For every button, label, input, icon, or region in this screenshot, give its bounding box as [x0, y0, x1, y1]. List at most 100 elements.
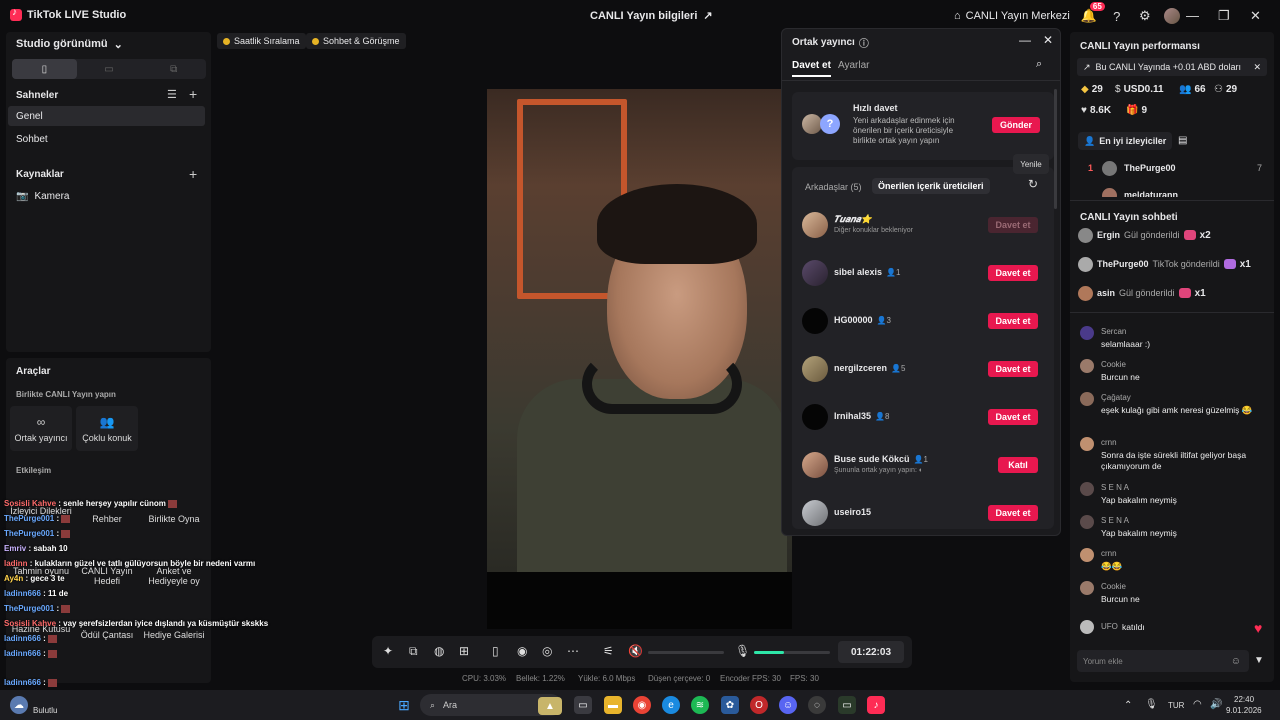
play-together-tool[interactable]: Birlikte Oyna — [139, 514, 209, 524]
settings-gear-icon[interactable]: ⚙ — [1136, 7, 1154, 25]
invite-button[interactable]: Davet et — [988, 313, 1038, 329]
add-source-icon[interactable]: + — [189, 166, 197, 182]
tray-chevron-icon[interactable]: ⌃ — [1124, 700, 1132, 711]
opera-icon[interactable]: O — [750, 696, 768, 714]
filter-icon[interactable]: ▼ — [1254, 655, 1264, 666]
edge-icon[interactable]: e — [662, 696, 680, 714]
scene-item-sohbet[interactable]: Sohbet — [8, 129, 205, 149]
studio-view-dropdown[interactable]: Studio görünümü ⌄ — [16, 38, 123, 51]
speaker-volume-slider[interactable] — [648, 651, 724, 654]
phone-icon[interactable]: ▯ — [492, 644, 499, 658]
camera-toggle-icon[interactable]: ◎ — [542, 644, 552, 658]
effects-icon[interactable]: ⧉ — [409, 644, 418, 659]
task-view-icon[interactable]: ▭ — [574, 696, 592, 714]
scene-list-icon[interactable]: ☰ — [167, 88, 177, 101]
emoji-icon[interactable]: ☺ — [1231, 656, 1241, 667]
live-center-button[interactable]: ⌂ CANLI Yayın Merkezi — [954, 10, 1070, 22]
tab-suggested[interactable]: Önerilen içerik üreticileri — [872, 178, 990, 194]
invite-button[interactable]: Davet et — [988, 505, 1038, 521]
more-icon[interactable]: ⋯ — [567, 644, 579, 658]
speaker-muted-icon[interactable]: 🔇 — [628, 644, 643, 658]
add-scene-icon[interactable]: + — [189, 86, 197, 102]
chat-user: ladinn666 — [4, 634, 41, 643]
invite-button[interactable]: Davet et — [988, 409, 1038, 425]
send-button[interactable]: Gönder — [992, 117, 1040, 133]
top-viewers-button[interactable]: 👤 En iyi izleyiciler — [1078, 132, 1173, 150]
invite-button[interactable]: Davet et — [988, 361, 1038, 377]
maximize-icon[interactable]: ❐ — [1218, 8, 1230, 24]
user-avatar[interactable] — [1163, 8, 1180, 24]
wifi-icon[interactable]: ◠ — [1193, 699, 1202, 710]
volume-icon[interactable]: 🔊 — [1210, 699, 1222, 710]
invite-button[interactable]: Davet et — [988, 265, 1038, 281]
close-popup-icon[interactable]: ✕ — [1043, 33, 1053, 47]
weather-icon[interactable]: ☁ — [10, 696, 28, 714]
terminal-icon[interactable]: ▭ — [838, 696, 856, 714]
record-icon[interactable]: ◉ — [517, 644, 527, 658]
help-icon[interactable]: ? — [1108, 7, 1126, 25]
chrome-icon[interactable]: ◉ — [633, 696, 651, 714]
overlay-chat-line: Ay4n : gece 3 te — [4, 574, 65, 583]
live-goal-tool[interactable]: CANLI Yayın Hedefi — [72, 566, 142, 586]
steam-icon[interactable]: ✿ — [721, 696, 739, 714]
tiktok-live-studio-icon[interactable]: ♪ — [867, 696, 885, 714]
mic-volume-slider[interactable] — [754, 651, 830, 654]
windows-start-icon[interactable]: ⊞ — [395, 696, 413, 714]
tab-invite[interactable]: Davet et — [792, 60, 831, 77]
scene-item-genel[interactable]: Genel — [8, 106, 205, 126]
mixer-icon[interactable]: ⚟ — [603, 644, 614, 658]
quick-invite-card: ? Hızlı davet Yeni arkadaşlar edinmek iç… — [792, 92, 1054, 160]
refresh-icon[interactable]: ↻ — [1028, 177, 1038, 191]
reward-bag-tool[interactable]: Ödül Çantası — [72, 630, 142, 640]
performance-title: CANLI Yayın performansı — [1080, 41, 1200, 52]
help-circle-icon[interactable]: ⓘ — [859, 35, 869, 50]
dual-layout-icon[interactable]: ⧉ — [141, 59, 206, 79]
hourly-ranking-chip[interactable]: Saatlik Sıralama — [217, 33, 306, 49]
gift-gallery-tool[interactable]: Hediye Galerisi — [139, 630, 209, 640]
chat-user: ladinn666 — [4, 678, 41, 687]
clock-date[interactable]: 9.01.2026 — [1226, 706, 1262, 715]
mic-tray-icon[interactable]: 🎙 — [1145, 699, 1158, 710]
gift-text: TikTok gönderildi — [1152, 259, 1220, 269]
person-count: 👤1 — [913, 454, 928, 464]
spotify-icon[interactable]: ≋ — [691, 696, 709, 714]
close-window-icon[interactable]: ✕ — [1250, 8, 1261, 24]
minimize-popup-icon[interactable]: — — [1019, 33, 1031, 47]
landscape-layout-icon[interactable]: ▭ — [77, 59, 142, 79]
comment-input[interactable]: Yorum ekle ☺ — [1077, 650, 1249, 672]
source-item-camera[interactable]: 📷 Kamera — [8, 186, 205, 206]
magic-wand-icon[interactable]: ✦ — [383, 644, 393, 658]
search-placeholder: Ara — [443, 700, 458, 710]
minimize-icon[interactable]: — — [1186, 8, 1199, 23]
poll-tool[interactable]: Anket ve Hediyeyle oy — [139, 566, 209, 586]
close-banner-icon[interactable]: ✕ — [1253, 62, 1261, 73]
add-overlay-icon[interactable]: ⊞ — [459, 644, 469, 658]
invite-button[interactable]: Davet et — [988, 217, 1038, 233]
notification-bell-icon[interactable]: 🔔 65 — [1080, 2, 1105, 25]
list-item: useiro15 Davet et — [792, 493, 1054, 533]
fps-stat: FPS: 30 — [790, 674, 819, 683]
file-explorer-icon[interactable]: ▬ — [604, 696, 622, 714]
discord-icon[interactable]: ☺ — [779, 696, 797, 714]
language-indicator[interactable]: TUR — [1168, 701, 1184, 710]
multi-guest-tool-button[interactable]: 👥 Çoklu konuk — [76, 406, 138, 451]
tab-settings[interactable]: Ayarlar — [838, 60, 870, 71]
tab-friends[interactable]: Arkadaşlar (5) — [805, 182, 862, 192]
popup-scrollbar[interactable] — [1054, 89, 1057, 209]
cohost-tool-button[interactable]: ∞ Ortak yayıncı — [10, 406, 72, 451]
scene-label: Sohbet — [16, 133, 48, 145]
list-view-icon[interactable]: ▤ — [1178, 135, 1187, 146]
chat-user: ladinn666 — [4, 589, 41, 598]
chat-meet-chip[interactable]: Sohbet & Görüşme — [306, 33, 406, 49]
portrait-layout-icon[interactable]: ▯ — [12, 59, 77, 79]
join-button[interactable]: Katıl — [998, 457, 1038, 473]
heart-icon[interactable]: ♥ — [1254, 620, 1262, 636]
live-info-button[interactable]: CANLI Yayın bilgileri ↗ — [590, 9, 713, 23]
search-icon[interactable]: ⌕ — [1036, 58, 1042, 71]
guide-tool[interactable]: Rehber — [72, 514, 142, 524]
app-icon[interactable]: ◌ — [808, 696, 826, 714]
microphone-icon[interactable]: 🎙 — [735, 644, 750, 658]
clock-time[interactable]: 22:40 — [1234, 695, 1254, 704]
streamer-hair — [597, 184, 757, 264]
stickers-icon[interactable]: ◍ — [434, 644, 444, 658]
